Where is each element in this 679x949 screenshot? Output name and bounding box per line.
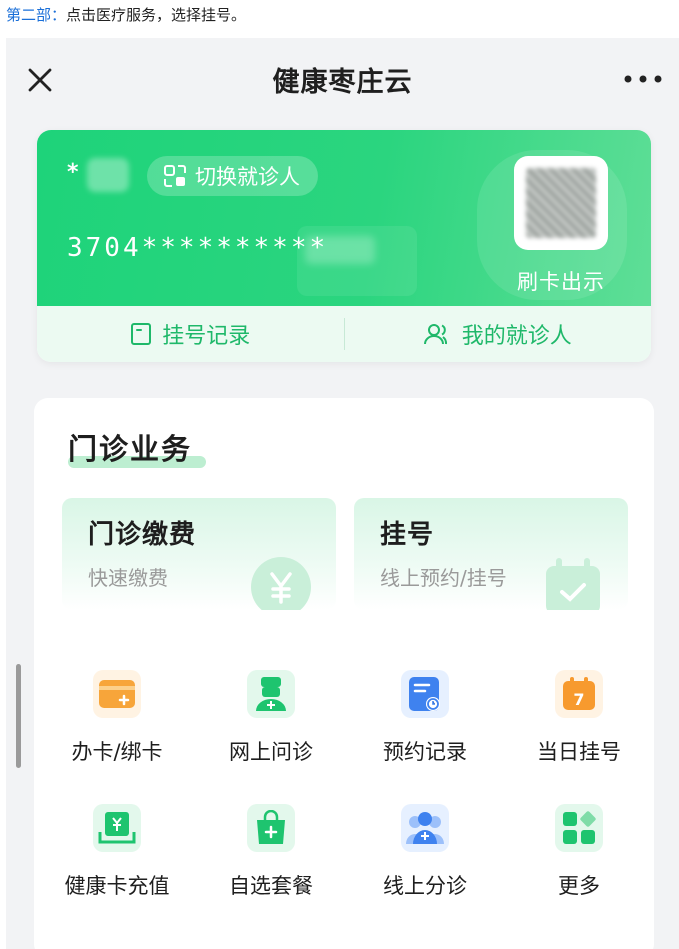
switch-patient-label: 切换就诊人 xyxy=(195,165,300,189)
switch-patient-button[interactable]: 切换就诊人 xyxy=(147,156,318,196)
grid-item-label: 当日挂号 xyxy=(537,740,621,764)
app-screen: 健康枣庄云 * 切换就诊人 3704********** 刷卡出示 挂号记录 我… xyxy=(6,38,679,949)
more-apps-icon xyxy=(555,804,603,852)
my-patients-label: 我的就诊人 xyxy=(461,324,572,349)
tile-subtitle: 快速缴费 xyxy=(88,566,168,590)
patient-name: * xyxy=(67,160,79,185)
qr-code-label: 刷卡出示 xyxy=(517,270,605,294)
grid-item-label: 更多 xyxy=(558,874,600,898)
caption-text: 点击医疗服务，选择挂号。 xyxy=(66,6,247,24)
more-icon[interactable] xyxy=(623,74,663,84)
top-nav-bar: 健康枣庄云 xyxy=(6,38,679,120)
health-card-actions: 挂号记录 我的就诊人 xyxy=(37,306,651,362)
grid-item-label: 网上问诊 xyxy=(229,740,313,764)
package-icon xyxy=(247,804,295,852)
my-patients-button[interactable]: 我的就诊人 xyxy=(345,306,652,362)
grid-item-label: 线上分诊 xyxy=(383,874,467,898)
id-number-blurred xyxy=(305,236,375,264)
outpatient-panel: 门诊业务 门诊缴费 快速缴费 挂号 线上预约/挂号 办卡/绑卡 网上问诊 预约记… xyxy=(34,398,654,949)
doctor-icon xyxy=(247,670,295,718)
grid-item-online-consult[interactable]: 网上问诊 xyxy=(206,670,336,766)
grid-item-more[interactable]: 更多 xyxy=(514,804,644,900)
close-icon[interactable] xyxy=(24,64,56,96)
id-number: 3704********** xyxy=(67,233,329,263)
document-icon xyxy=(131,323,152,345)
health-card-header: * 切换就诊人 3704********** 刷卡出示 xyxy=(37,130,651,306)
grid-item-label: 办卡/绑卡 xyxy=(71,740,163,764)
calendar-today-icon: 7 xyxy=(555,670,603,718)
card-add-icon xyxy=(93,670,141,718)
tile-subtitle: 线上预约/挂号 xyxy=(380,566,507,590)
grid-item-card-recharge[interactable]: 健康卡充值 xyxy=(52,804,182,900)
health-card: * 切换就诊人 3704********** 刷卡出示 挂号记录 我的就诊人 xyxy=(37,130,651,362)
registration-records-label: 挂号记录 xyxy=(162,324,251,349)
grid-item-card-bind[interactable]: 办卡/绑卡 xyxy=(52,670,182,766)
page-title: 健康枣庄云 xyxy=(272,66,413,98)
users-icon xyxy=(423,324,447,345)
recharge-icon xyxy=(93,804,141,852)
grid-item-label: 健康卡充值 xyxy=(64,874,170,898)
grid-item-online-triage[interactable]: 线上分诊 xyxy=(360,804,490,900)
scrollbar[interactable] xyxy=(16,664,21,768)
qr-code-button[interactable] xyxy=(514,156,608,250)
yuan-icon xyxy=(251,557,311,610)
grid-item-appointment-records[interactable]: 预约记录 xyxy=(360,670,490,766)
patient-name-blurred xyxy=(87,158,129,192)
calendar-check-icon xyxy=(546,558,600,610)
section-title: 门诊业务 xyxy=(68,432,193,466)
switch-user-icon xyxy=(164,165,186,187)
grid-item-label: 自选套餐 xyxy=(229,874,313,898)
instruction-caption: 第二部：点击医疗服务，选择挂号。 xyxy=(6,4,246,25)
grid-item-package[interactable]: 自选套餐 xyxy=(206,804,336,900)
triage-icon xyxy=(401,804,449,852)
section-title-wrap: 门诊业务 xyxy=(68,426,206,468)
tile-title: 门诊缴费 xyxy=(88,520,197,550)
tile-title: 挂号 xyxy=(380,520,435,550)
calendar-day-number: 7 xyxy=(573,690,584,709)
grid-item-label: 预约记录 xyxy=(383,740,467,764)
outpatient-payment-tile[interactable]: 门诊缴费 快速缴费 xyxy=(62,498,336,610)
registration-records-button[interactable]: 挂号记录 xyxy=(37,306,344,362)
registration-tile[interactable]: 挂号 线上预约/挂号 xyxy=(354,498,628,610)
caption-lead: 第二部： xyxy=(6,6,67,24)
qr-code xyxy=(526,168,596,238)
grid-item-same-day-registration[interactable]: 7 当日挂号 xyxy=(514,670,644,766)
schedule-record-icon xyxy=(401,670,449,718)
